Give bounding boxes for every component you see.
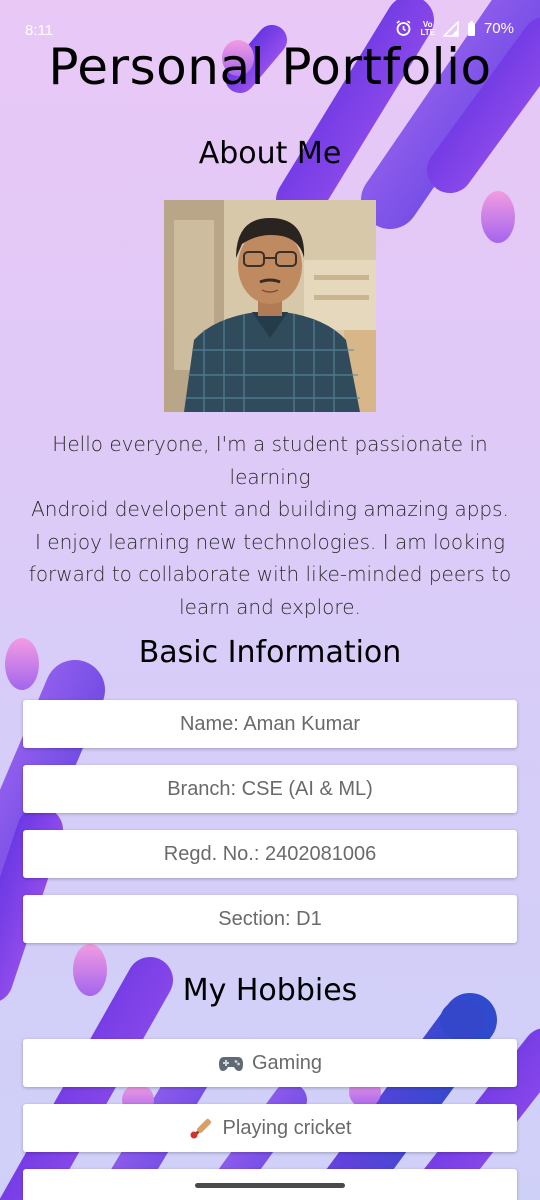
about-description: Hello everyone, I'm a student passionate… bbox=[20, 428, 520, 623]
about-line: I enjoy learning new technologies. I am … bbox=[35, 529, 505, 554]
info-name-card: Name: Aman Kumar bbox=[23, 700, 517, 748]
info-regd-card: Regd. No.: 2402081006 bbox=[23, 830, 517, 878]
about-line: learn and explore. bbox=[179, 594, 361, 619]
about-line: Android developent and building amazing … bbox=[31, 497, 509, 521]
about-line: forward to collaborate with like-minded … bbox=[28, 562, 512, 586]
info-branch-text: Branch: CSE (AI & ML) bbox=[167, 777, 373, 800]
profile-photo bbox=[164, 200, 376, 412]
info-regd-text: Regd. No.: 2402081006 bbox=[163, 842, 377, 865]
about-line: Hello everyone, I'm a student passionate… bbox=[52, 432, 488, 489]
info-section-text: Section: D1 bbox=[218, 907, 322, 930]
hobbies-heading: My Hobbies bbox=[182, 973, 358, 1008]
lte-label: LTE bbox=[420, 27, 435, 37]
hobby-cricket-label: Playing cricket bbox=[222, 1116, 352, 1139]
info-section-card: Section: D1 bbox=[23, 895, 517, 943]
page-title: Personal Portfolio bbox=[48, 38, 492, 96]
status-time: 8:11 bbox=[25, 22, 54, 39]
hobby-cricket-card: Playing cricket bbox=[23, 1104, 517, 1152]
alarm-icon bbox=[395, 20, 412, 37]
info-name-text: Name: Aman Kumar bbox=[179, 712, 361, 735]
game-controller-icon bbox=[218, 1053, 244, 1073]
hobby-gaming-card: Gaming bbox=[23, 1039, 517, 1087]
battery-percent: 70% bbox=[483, 20, 514, 37]
battery-icon bbox=[467, 20, 476, 37]
status-icons: Vo LTE 70% bbox=[395, 20, 514, 37]
volte-indicator: Vo LTE bbox=[420, 20, 435, 37]
basic-info-heading: Basic Information bbox=[138, 635, 402, 670]
info-branch-card: Branch: CSE (AI & ML) bbox=[23, 765, 517, 813]
signal-icon bbox=[442, 20, 459, 37]
avatar-illustration bbox=[164, 200, 376, 412]
cricket-bat-icon bbox=[189, 1116, 215, 1140]
hobby-gaming-label: Gaming bbox=[251, 1051, 323, 1074]
gesture-nav-handle[interactable] bbox=[195, 1183, 345, 1188]
about-heading: About Me bbox=[198, 136, 342, 171]
